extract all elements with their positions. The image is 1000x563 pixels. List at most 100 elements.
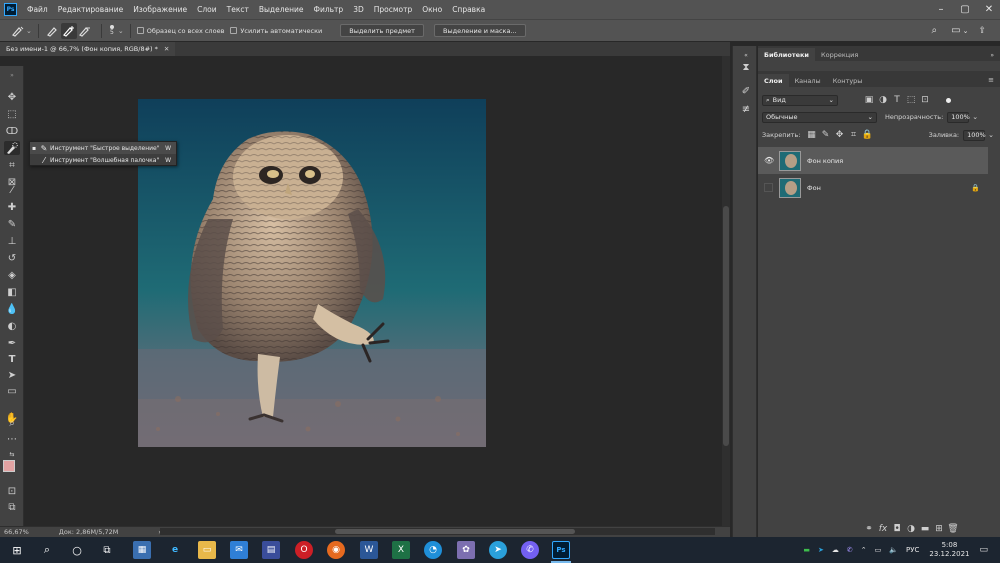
word-icon[interactable]: W xyxy=(360,541,378,559)
collapse-toolbar-icon[interactable]: » xyxy=(4,68,20,82)
layer-name[interactable]: Фон копия xyxy=(807,157,843,165)
brush-size-picker[interactable]: 5 xyxy=(109,25,114,36)
opera-icon[interactable]: O xyxy=(295,541,313,559)
healing-brush-tool-icon[interactable]: ✚ xyxy=(4,200,20,214)
foreground-color-swatch[interactable] xyxy=(3,460,15,472)
chevron-down-icon[interactable]: ⌄ xyxy=(972,113,978,121)
tray-chevron-up-icon[interactable]: ⌃ xyxy=(861,546,867,554)
menu-help[interactable]: Справка xyxy=(452,5,485,14)
eye-visibility-icon[interactable]: 👁 xyxy=(764,156,774,165)
layer-name[interactable]: Фон xyxy=(807,184,821,192)
swap-colors-icon[interactable]: ⇆ xyxy=(4,447,20,461)
opacity-input[interactable]: 100% xyxy=(947,111,970,123)
brush-settings-icon[interactable]: ✐ xyxy=(739,84,753,98)
screen-mode-icon[interactable]: ⧉ xyxy=(4,500,20,514)
add-to-selection-icon[interactable] xyxy=(60,22,77,39)
rectangle-tool-icon[interactable]: ▭ xyxy=(4,384,20,398)
visibility-toggle-empty[interactable] xyxy=(764,183,773,192)
windows-start-icon[interactable]: ⊞ xyxy=(8,541,26,559)
tab-adjustments[interactable]: Коррекция xyxy=(815,48,864,61)
tab-paths[interactable]: Контуры xyxy=(827,74,869,87)
adjustment-layer-icon[interactable]: ◑ xyxy=(904,522,918,536)
mail-icon[interactable]: ✉ xyxy=(230,541,248,559)
panel-expand-icon[interactable]: » xyxy=(990,52,994,59)
filter-toggle-icon[interactable] xyxy=(946,97,951,103)
move-tool-icon[interactable]: ✥ xyxy=(4,90,20,104)
quick-selection-tool-icon[interactable] xyxy=(4,141,20,155)
maximize-icon[interactable]: ▢ xyxy=(958,4,972,15)
tool-preset-picker-icon[interactable] xyxy=(10,23,26,39)
lock-image-pixels-icon[interactable]: ✎ xyxy=(818,128,832,142)
save-app-icon[interactable]: ▤ xyxy=(262,541,280,559)
clock[interactable]: 5:08 23.12.2021 xyxy=(929,541,969,559)
share-icon[interactable]: ⇪ xyxy=(978,26,986,36)
lock-position-icon[interactable]: ✥ xyxy=(832,128,846,142)
auto-enhance-checkbox[interactable]: Усилить автоматически xyxy=(230,27,322,35)
menu-edit[interactable]: Редактирование xyxy=(58,5,123,14)
type-tool-icon[interactable]: T xyxy=(4,352,20,366)
menu-layers[interactable]: Слои xyxy=(197,5,217,14)
chevron-down-icon[interactable]: ⌄ xyxy=(118,27,124,35)
edge-icon[interactable]: ◔ xyxy=(424,541,442,559)
scrollbar-thumb[interactable] xyxy=(335,529,575,534)
filter-shape-icon[interactable]: ⬚ xyxy=(904,93,918,107)
lock-artboard-icon[interactable]: ⌗ xyxy=(846,128,860,142)
history-icon[interactable]: ⧗ xyxy=(739,60,753,74)
network-icon[interactable]: ▭ xyxy=(875,546,882,554)
photoshop-taskbar-icon[interactable]: Ps xyxy=(552,541,570,559)
menu-window[interactable]: Окно xyxy=(422,5,442,14)
gradient-tool-icon[interactable]: ◧ xyxy=(4,285,20,299)
link-layers-icon[interactable]: ⚭ xyxy=(862,522,876,536)
layer-row-background[interactable]: Фон 🔒 xyxy=(758,174,988,201)
new-group-icon[interactable]: ▬ xyxy=(918,522,932,536)
vertical-scrollbar[interactable] xyxy=(722,56,730,526)
eraser-tool-icon[interactable]: ◈ xyxy=(4,268,20,282)
volume-icon[interactable]: 🔈 xyxy=(889,546,898,554)
edge-legacy-icon[interactable]: e xyxy=(166,541,184,559)
lock-transparent-pixels-icon[interactable]: ▦ xyxy=(804,128,818,142)
tab-channels[interactable]: Каналы xyxy=(789,74,827,87)
flyout-item-quick-selection[interactable]: ▪ ✎ Инструмент "Быстрое выделение" W xyxy=(30,142,176,154)
close-icon[interactable]: ✕ xyxy=(982,4,996,15)
canvas-image-owl[interactable] xyxy=(138,99,486,447)
menu-view[interactable]: Просмотр xyxy=(374,5,413,14)
lock-icon[interactable]: 🔒 xyxy=(971,184,980,192)
tray-viber-icon[interactable]: ✆ xyxy=(847,546,853,554)
tray-app-icon[interactable]: ▬ xyxy=(803,546,810,554)
close-tab-icon[interactable]: ✕ xyxy=(164,45,169,53)
notifications-icon[interactable]: ▭ xyxy=(979,545,988,555)
search-icon[interactable]: ⌕ xyxy=(932,25,938,36)
pen-tool-icon[interactable]: ✒ xyxy=(4,336,20,350)
menu-3d[interactable]: 3D xyxy=(353,5,364,14)
flyout-item-magic-wand[interactable]: ⁄ Инструмент "Волшебная палочка" W xyxy=(30,154,176,166)
new-layer-icon[interactable]: ⊞ xyxy=(932,522,946,536)
excel-icon[interactable]: X xyxy=(392,541,410,559)
blend-mode-select[interactable]: Обычные ⌄ xyxy=(762,111,877,123)
paint-icon[interactable]: ✿ xyxy=(457,541,475,559)
layer-filter-select[interactable]: ⌕ Вид ⌄ xyxy=(762,94,838,106)
chevron-down-icon[interactable]: ⌄ xyxy=(26,27,32,35)
tray-telegram-icon[interactable]: ➤ xyxy=(818,546,824,554)
cortana-icon[interactable]: ○ xyxy=(68,541,86,559)
menu-text[interactable]: Текст xyxy=(227,5,249,14)
select-and-mask-button[interactable]: Выделение и маска... xyxy=(433,24,526,37)
horizontal-scrollbar[interactable] xyxy=(160,528,715,535)
clone-stamp-tool-icon[interactable]: ⊥ xyxy=(4,234,20,248)
dodge-tool-icon[interactable]: ◐ xyxy=(4,319,20,333)
workspace-icon[interactable]: ▭ xyxy=(951,25,960,36)
subtract-from-selection-icon[interactable] xyxy=(77,23,93,39)
layer-row-copy[interactable]: 👁 Фон копия xyxy=(758,147,988,174)
fill-input[interactable]: 100% xyxy=(963,129,986,141)
marquee-tool-icon[interactable]: ⬚ xyxy=(4,107,20,121)
chevron-down-icon[interactable]: ⌄ xyxy=(988,131,994,139)
lock-all-icon[interactable]: 🔒 xyxy=(860,128,874,142)
calculator-icon[interactable]: ▦ xyxy=(133,541,151,559)
path-selection-tool-icon[interactable]: ➤ xyxy=(4,368,20,382)
scrollbar-thumb[interactable] xyxy=(723,206,729,446)
menu-select[interactable]: Выделение xyxy=(259,5,304,14)
tray-cloud-icon[interactable]: ☁ xyxy=(832,546,839,554)
delete-layer-icon[interactable]: 🗑 xyxy=(946,522,960,536)
firefox-icon[interactable]: ◉ xyxy=(327,541,345,559)
document-info[interactable]: Док: 2,86M/5,72M xyxy=(59,528,119,536)
filter-pixel-icon[interactable]: ▣ xyxy=(862,93,876,107)
